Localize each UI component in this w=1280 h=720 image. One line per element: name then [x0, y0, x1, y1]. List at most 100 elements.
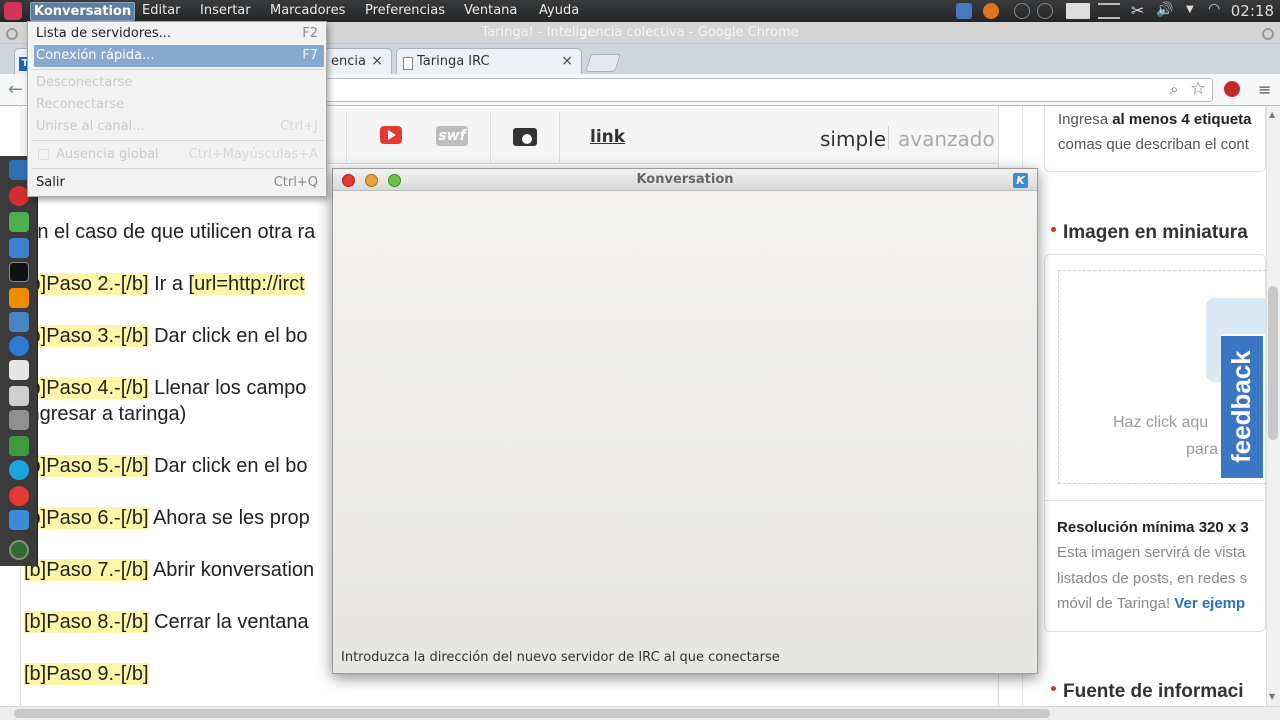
power-icon[interactable] — [1037, 3, 1053, 19]
system-icon[interactable] — [9, 540, 29, 560]
konversation-title[interactable]: Konversation — [333, 169, 1037, 191]
spreadsheet-icon[interactable] — [9, 436, 29, 456]
tab-taringa-irc-label: Taringa IRC — [417, 54, 490, 69]
resolution-text: móvil de Taringa! — [1057, 595, 1175, 612]
volume-icon[interactable]: 🔊 — [1156, 2, 1173, 18]
prev-icon[interactable] — [1014, 3, 1030, 19]
resolution-text-line2: listados de posts, en redes s — [1057, 570, 1248, 587]
menu-item-server-list[interactable]: Lista de servidores... F2 — [34, 23, 324, 45]
photos-icon[interactable] — [9, 212, 29, 232]
document-icon[interactable] — [9, 360, 29, 380]
link-button[interactable]: link — [590, 127, 625, 147]
vertical-scroll-thumb[interactable] — [1268, 286, 1278, 440]
editor-icon[interactable] — [9, 386, 29, 406]
app-launcher-icon[interactable] — [4, 2, 22, 20]
firefox-tray-icon[interactable] — [983, 3, 999, 19]
menu-item-join-channel[interactable]: Unirse al canal... Ctrl+J — [34, 116, 324, 138]
menu-lines-icon[interactable] — [1098, 3, 1120, 19]
thumbnail-title: Imagen en miniatura — [1063, 222, 1248, 243]
vlc-icon[interactable] — [9, 288, 29, 308]
editor-line[interactable]: [b]Paso 9.-[/b] — [24, 663, 149, 686]
editor-line[interactable]: [b]Paso 3.-[/b] Dar click en el bo — [24, 325, 307, 348]
menu-marcadores[interactable]: Marcadores — [270, 3, 345, 18]
zoom-icon[interactable]: ⌕ — [1170, 80, 1178, 98]
menu-item-quit[interactable]: Salir Ctrl+Q — [34, 172, 324, 194]
chrome-settings-icon[interactable]: ≡ — [1258, 80, 1271, 99]
extension-icon[interactable] — [1224, 81, 1240, 97]
page-favicon — [403, 57, 413, 70]
calculator-icon[interactable] — [9, 410, 29, 430]
menu-item-quick-connect[interactable]: Conexión rápida... F7 — [34, 45, 324, 67]
editor-line[interactable]: [b]Paso 2.-[/b] Ir a [url=http://irct — [24, 273, 305, 296]
youtube-icon[interactable] — [380, 126, 402, 144]
menu-separator — [32, 140, 324, 141]
clock[interactable]: 02:18 — [1231, 2, 1274, 20]
editor-tag: [/b] — [120, 559, 149, 581]
bookmark-star-icon[interactable]: ☆ — [1190, 78, 1206, 99]
menu-preferencias[interactable]: Preferencias — [365, 3, 445, 18]
video-icon[interactable] — [9, 312, 29, 332]
konversation-icon[interactable] — [9, 510, 29, 530]
new-tab-button[interactable] — [585, 54, 621, 72]
editor-line[interactable]: [b]Paso 7.-[/b] Abrir konversation — [24, 559, 314, 582]
editor-tag: [b]Paso 7.- — [24, 559, 121, 581]
editor-tag: [/b] — [120, 663, 149, 685]
thumbnail-click-line1[interactable]: Haz click aqu — [1113, 414, 1208, 432]
editor-line[interactable]: [b]Paso 8.-[/b] Cerrar la ventana — [24, 611, 309, 634]
battery-icon[interactable] — [1066, 3, 1090, 19]
editor-line[interactable]: [b]Paso 4.-[/b] Llenar los campo — [24, 377, 306, 400]
required-marker — [1051, 227, 1056, 232]
menu-item-label: Unirse al canal... — [36, 119, 145, 134]
toolbar-separator — [490, 112, 491, 162]
editor-line[interactable]: [b]Paso 5.-[/b] Dar click en el bo — [24, 455, 307, 478]
see-example-link[interactable]: Ver ejemp — [1174, 595, 1245, 612]
browser-icon[interactable] — [9, 336, 29, 356]
menu-item-label: Ausencia global — [56, 147, 159, 162]
editor-line[interactable]: En el caso de que utilicen otra ra — [24, 221, 315, 244]
skype-icon[interactable] — [9, 460, 29, 480]
tab-taringa-irc[interactable]: Taringa IRC × — [396, 48, 582, 74]
editor-tag: [b]Paso 3.- — [24, 325, 121, 347]
menu-item-shortcut: F7 — [302, 48, 318, 63]
menu-insertar[interactable]: Insertar — [200, 3, 251, 18]
minimize-icon[interactable] — [365, 174, 378, 187]
horizontal-scroll-thumb[interactable] — [14, 709, 1050, 718]
feedback-button[interactable]: feedback — [1221, 334, 1265, 480]
chrome-icon[interactable] — [9, 486, 29, 506]
maximize-icon[interactable] — [388, 174, 401, 187]
menu-editar[interactable]: Editar — [142, 3, 181, 18]
chrome-menu-icon[interactable] — [1262, 28, 1274, 40]
mode-simple[interactable]: simple — [820, 127, 886, 151]
scroll-up-arrow-icon[interactable]: ▲ — [1269, 110, 1275, 119]
status-bar-text: Introduzca la dirección del nuevo servid… — [341, 650, 780, 665]
menu-item-reconnect[interactable]: Reconectarse — [34, 94, 324, 116]
close-icon[interactable] — [342, 174, 355, 187]
menu-konversation[interactable]: Konversation — [30, 2, 136, 21]
dropdown-icon[interactable]: ▼ — [1186, 4, 1194, 15]
scissors-icon[interactable]: ✂ — [1131, 1, 1144, 20]
swf-button[interactable]: swf — [436, 126, 468, 146]
tab-close-icon[interactable]: × — [561, 53, 573, 69]
menu-item-global-away[interactable]: Ausencia global Ctrl+Mayúsculas+A — [34, 144, 324, 166]
camera-icon[interactable] — [513, 128, 537, 146]
konversation-k-icon: K — [1013, 173, 1028, 188]
terminal-icon[interactable] — [9, 262, 29, 282]
scroll-down-arrow-icon[interactable]: ▼ — [1269, 692, 1275, 701]
anchor-icon[interactable] — [9, 160, 29, 180]
thumbnail-click-line2[interactable]: para — [1186, 441, 1218, 459]
opera-icon[interactable] — [9, 186, 29, 206]
tab-close-icon[interactable]: × — [371, 53, 383, 69]
resolution-text-line1: Esta imagen servirá de vista — [1057, 544, 1246, 561]
editor-line[interactable]: ingresar a taringa) — [24, 403, 186, 426]
editor-text: ingresar a taringa) — [24, 403, 187, 425]
desktop-icon[interactable] — [956, 3, 972, 19]
menu-ventana[interactable]: Ventana — [464, 3, 517, 18]
menu-item-disconnect[interactable]: Desconectarse — [34, 72, 324, 94]
back-icon[interactable]: ← — [8, 79, 23, 100]
mode-advanced[interactable]: avanzado — [898, 127, 995, 151]
chat-icon[interactable] — [9, 238, 29, 258]
editor-text: Abrir konversation — [148, 559, 315, 581]
wifi-icon[interactable]: ◠ — [1208, 1, 1220, 17]
menu-ayuda[interactable]: Ayuda — [539, 3, 579, 18]
editor-line[interactable]: [b]Paso 6.-[/b] Ahora se les prop — [24, 507, 310, 530]
